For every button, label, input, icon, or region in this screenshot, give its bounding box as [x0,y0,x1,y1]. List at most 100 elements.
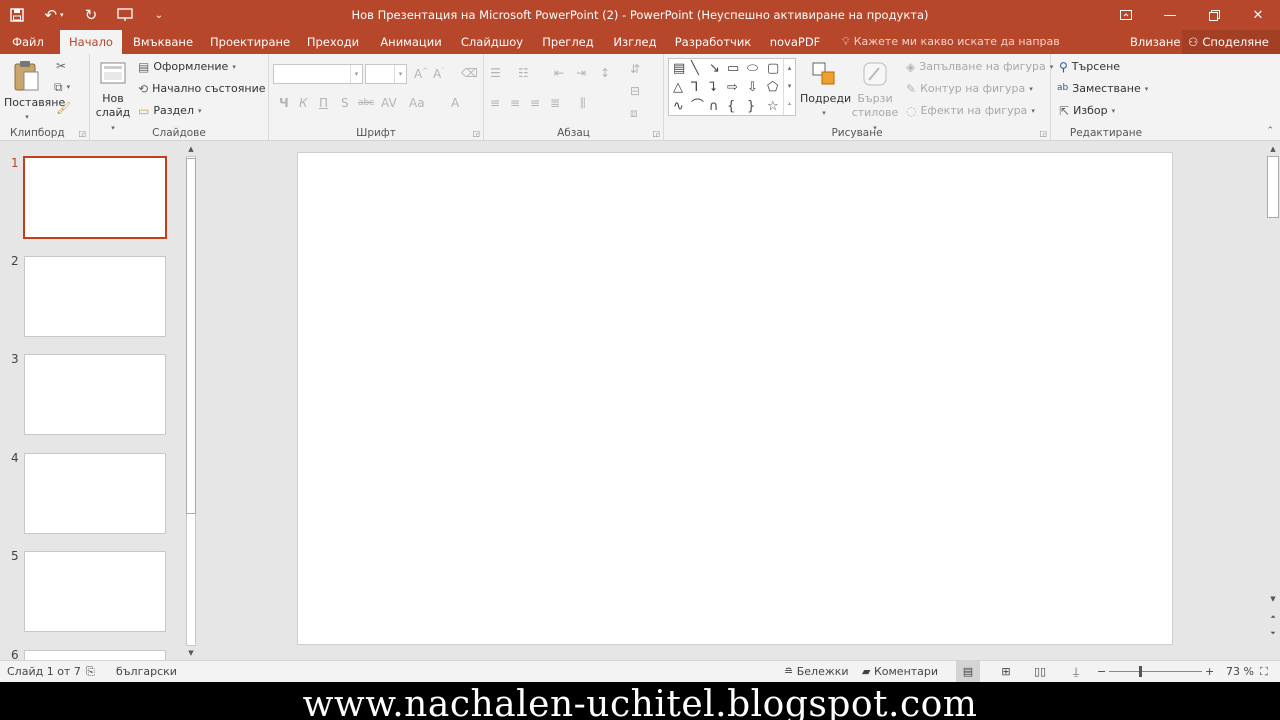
text-box-shape-icon[interactable]: ▤ [673,62,685,75]
left-brace-shape-icon[interactable]: { [727,100,735,113]
align-right-icon[interactable]: ≡ [530,96,540,110]
shape-effects-button[interactable]: ◌ Ефекти на фигура ▾ [906,104,1035,117]
italic-button[interactable]: К [299,96,308,110]
replace-button[interactable]: ab Заместване ▾ [1057,82,1148,95]
smartart-icon[interactable]: ⧈ [630,106,638,121]
minimize-icon[interactable]: — [1148,0,1192,30]
tab-home[interactable]: Начало [60,30,122,54]
notes-button[interactable]: ≘ Бележки [784,661,849,683]
tab-file[interactable]: Файл [6,30,50,54]
zoom-level[interactable]: 73 % [1226,661,1254,683]
slide-thumbnail[interactable] [23,156,167,239]
tab-slideshow[interactable]: Слайдшоу [460,30,524,54]
tab-transitions[interactable]: Преходи [304,30,362,54]
scroll-thumb[interactable] [1267,156,1279,218]
editor-scrollbar[interactable]: ▲ ▼ ⏶ ⏷ [1266,142,1280,660]
layout-button[interactable]: ▤ Оформление ▾ [138,60,236,73]
rectangle-shape-icon[interactable]: ▭ [727,62,739,75]
thumbnails-scrollbar[interactable]: ▲ ▼ [184,142,198,660]
tab-review[interactable]: Преглед [540,30,596,54]
bold-button[interactable]: Ч [279,96,289,110]
cut-button[interactable]: ✂ [56,60,66,72]
restore-icon[interactable] [1192,0,1236,30]
share-button[interactable]: ⚇ Споделяне [1182,30,1280,54]
columns-icon[interactable]: ⫼ [580,96,586,111]
shape-outline-button[interactable]: ✎ Контур на фигура ▾ [906,82,1033,95]
tab-design[interactable]: Проектиране [210,30,290,54]
triangle-shape-icon[interactable]: △ [673,81,683,94]
tab-animations[interactable]: Анимации [378,30,444,54]
text-direction-icon[interactable]: ⇵ [630,62,640,76]
spelling-check-icon[interactable]: ⎘ [86,661,95,683]
reset-button[interactable]: ⟲ Начално състояние [138,82,266,95]
next-slide-icon[interactable]: ⏷ [1266,627,1280,639]
slide-thumbnail[interactable] [24,551,166,632]
present-icon[interactable] [108,0,142,30]
align-center-icon[interactable]: ≡ [510,96,520,110]
star-shape-icon[interactable]: ☆ [767,100,779,113]
scribble-shape-icon[interactable]: ∩ [709,100,719,113]
tab-view[interactable]: Изглед [610,30,660,54]
oval-shape-icon[interactable]: ⬭ [747,62,758,75]
normal-view-icon[interactable]: ▤ [956,661,980,683]
arrow-shape-icon[interactable]: ↘ [709,62,720,75]
font-size-combo[interactable]: ▾ [365,64,407,84]
line-shape-icon[interactable]: ╲ [691,62,699,75]
redo-icon[interactable]: ↻ [74,0,108,30]
format-painter-button[interactable]: 🖌︎ [56,102,71,114]
right-arrow-shape-icon[interactable]: ⇨ [727,81,738,94]
ribbon-display-options-icon[interactable] [1104,0,1148,30]
scroll-thumb[interactable] [186,158,196,514]
numbering-icon[interactable]: ☷ [518,66,529,80]
slide-thumbnail[interactable] [24,256,166,337]
elbow-connector-shape-icon[interactable]: ⅂ [691,81,698,94]
language-indicator[interactable]: български [116,661,177,683]
decrease-indent-icon[interactable]: ⇤ [554,66,564,80]
align-text-icon[interactable]: ⊟ [630,84,640,98]
dialog-launcher-icon[interactable]: ◲ [78,129,86,138]
underline-button[interactable]: П [319,96,328,110]
line-spacing-icon[interactable]: ↕ [600,66,610,80]
tell-me-box[interactable]: 💡︎ Кажете ми какво искате да направ [842,30,1060,54]
previous-slide-icon[interactable]: ⏶ [1266,611,1280,623]
reading-view-icon[interactable]: ▯▯ [1030,661,1050,683]
down-arrow-shape-icon[interactable]: ⇩ [747,81,758,94]
strikethrough-button[interactable]: abc [358,98,374,108]
tab-novapdf[interactable]: novaPDF [766,30,824,54]
scroll-down-icon[interactable]: ▼ [184,647,198,659]
zoom-out-icon[interactable]: − [1097,661,1106,683]
right-brace-shape-icon[interactable]: } [747,100,755,113]
zoom-in-icon[interactable]: + [1205,661,1214,683]
arrange-button[interactable]: Подреди ▾ [800,60,851,120]
shape-fill-button[interactable]: ◈ Запълване на фигура ▾ [906,60,1053,73]
comments-button[interactable]: ▰ Коментари [862,661,938,683]
freeform-shape-icon[interactable]: ⬠ [767,81,778,94]
arc-shape-icon[interactable]: ⌒ [691,100,704,113]
undo-icon[interactable]: ↶ ▾ [34,0,74,30]
sign-in-link[interactable]: Влизане [1130,30,1180,54]
justify-icon[interactable]: ≣ [550,96,560,110]
copy-button[interactable]: ⧉ ▾ [54,81,70,93]
increase-indent-icon[interactable]: ⇥ [576,66,586,80]
slide-thumbnail[interactable] [24,453,166,534]
rounded-rectangle-shape-icon[interactable]: ▢ [767,62,779,75]
slideshow-view-icon[interactable]: ⍊ [1066,661,1086,683]
new-slide-button[interactable]: Нов слайд ▾ [94,60,132,135]
dialog-launcher-icon[interactable]: ◲ [1039,129,1047,138]
quick-styles-button[interactable]: Бързи стилове ▾ [850,60,900,135]
tab-insert[interactable]: Вмъкване [132,30,194,54]
slide-sorter-icon[interactable]: ⊞ [996,661,1016,683]
dialog-launcher-icon[interactable]: ◲ [472,129,480,138]
paste-button[interactable]: Поставяне ▾ [4,60,65,124]
section-button[interactable]: ▭ Раздел ▾ [138,104,202,117]
find-button[interactable]: ⚲ Търсене [1059,60,1120,73]
slide-thumbnail[interactable] [24,354,166,435]
change-case-icon[interactable]: Aa [409,96,425,110]
character-spacing-icon[interactable]: AV [381,96,397,110]
scroll-up-icon[interactable]: ▲ [1266,143,1280,155]
shrink-font-icon[interactable]: Aˇ [433,67,445,81]
font-name-combo[interactable]: ▾ [273,64,363,84]
slide-canvas[interactable] [297,152,1173,645]
scroll-up-icon[interactable]: ▲ [184,143,198,155]
collapse-ribbon-icon[interactable]: ⌃ [1266,126,1274,136]
